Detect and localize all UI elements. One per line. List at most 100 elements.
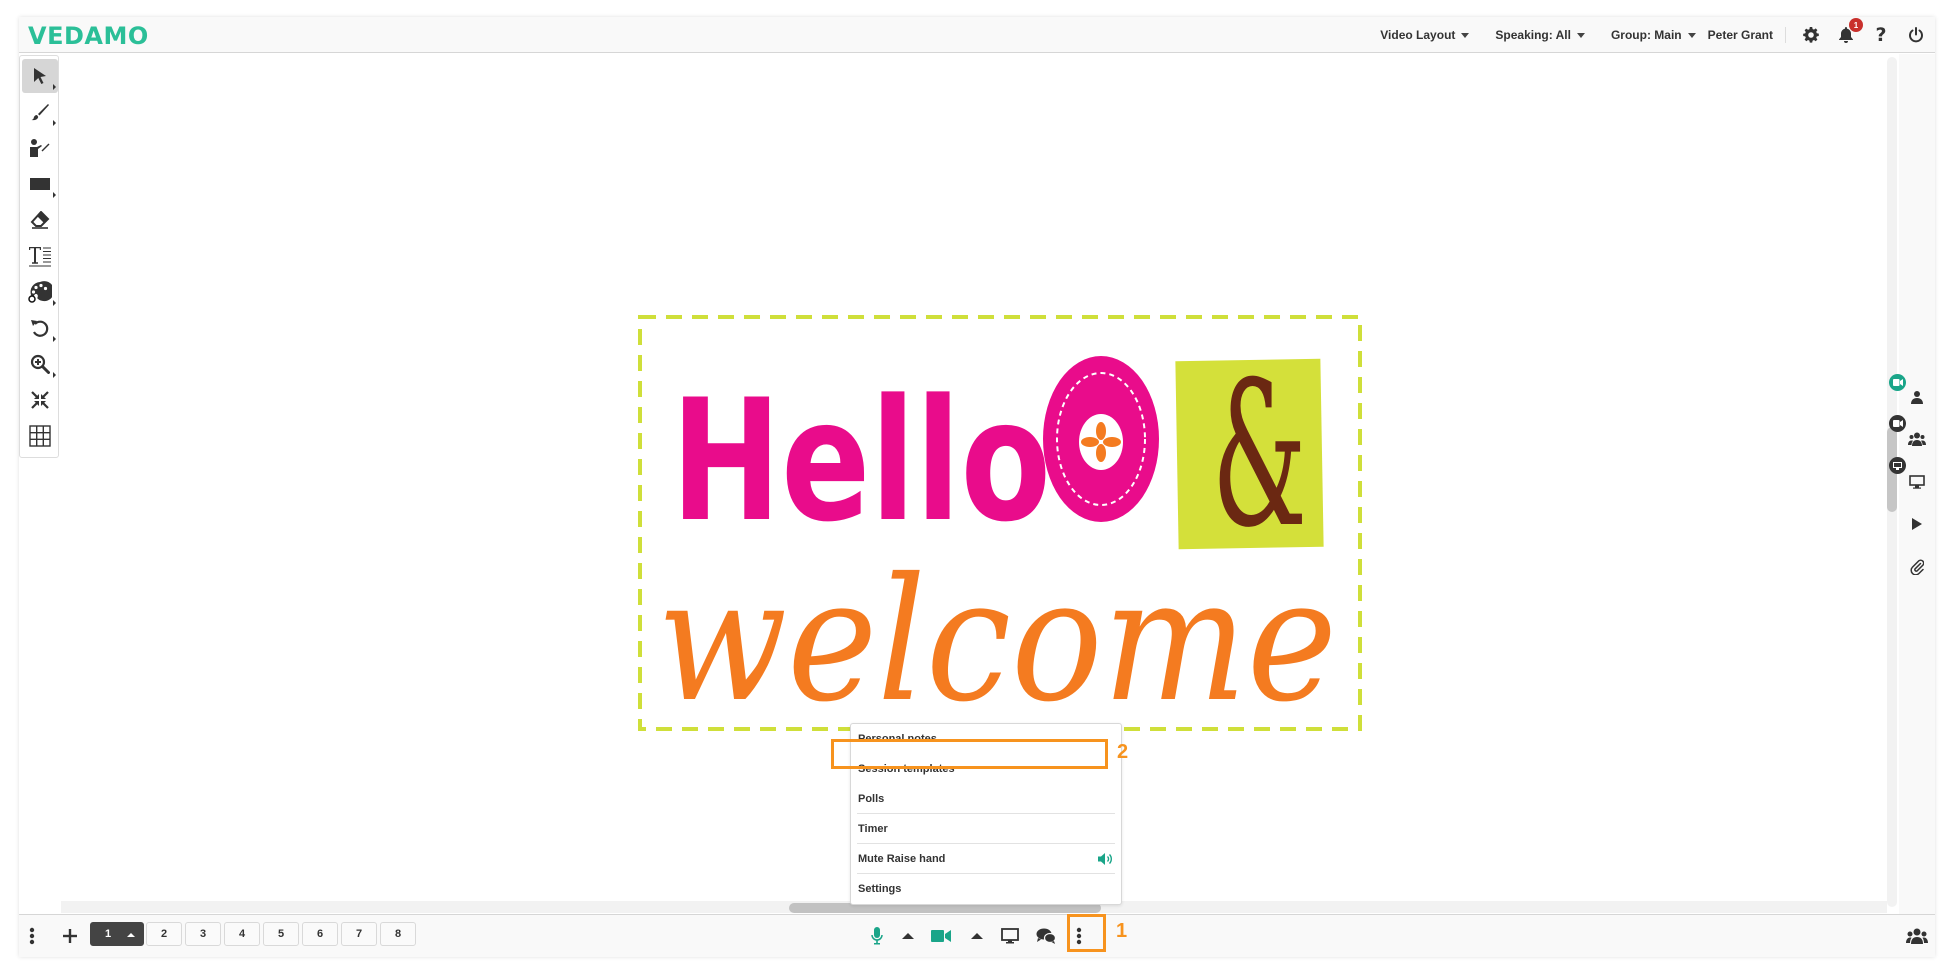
shape-tool[interactable] — [22, 167, 58, 201]
caret-down-icon — [1461, 32, 1470, 38]
menu-item-mute-raise-hand[interactable]: Mute Raise hand — [857, 844, 1115, 874]
submenu-indicator — [53, 192, 56, 198]
fit-tool[interactable] — [22, 383, 58, 417]
play-icon[interactable] — [1902, 509, 1932, 539]
presenter-tool[interactable] — [22, 131, 58, 165]
caret-down-icon — [1576, 32, 1585, 38]
mic-options-caret[interactable] — [901, 930, 915, 942]
eraser-tool[interactable] — [22, 203, 58, 237]
grid-tool[interactable] — [22, 419, 58, 453]
palette-icon — [28, 281, 52, 303]
zoom-tool[interactable] — [22, 347, 58, 381]
submenu-indicator — [53, 372, 56, 378]
undo-tool[interactable] — [22, 311, 58, 345]
caret-up-icon — [127, 933, 135, 937]
compress-icon — [31, 391, 49, 409]
camera-options-caret[interactable] — [970, 930, 984, 942]
page-tab-label: 7 — [355, 928, 363, 940]
speaking-label: Speaking: All — [1495, 28, 1571, 42]
text-tool[interactable] — [22, 239, 58, 273]
bottom-bar: 1 2 3 4 5 6 7 8 — [19, 914, 1935, 957]
app-window: VEDAMO Video Layout Speaking: All Group:… — [19, 17, 1935, 957]
page-tab-label: 2 — [160, 928, 168, 940]
camera-icon[interactable] — [929, 925, 953, 947]
screen-share-icon[interactable] — [1902, 467, 1932, 497]
caret-down-icon — [1687, 32, 1696, 38]
video-layout-label: Video Layout — [1380, 28, 1456, 42]
page-tab-7[interactable]: 7 — [341, 922, 377, 946]
page-tab-label: 6 — [316, 928, 324, 940]
zoom-in-icon — [30, 354, 50, 374]
page-tab-5[interactable]: 5 — [263, 922, 299, 946]
brush-tool[interactable] — [22, 95, 58, 129]
attachment-icon[interactable] — [1902, 552, 1932, 582]
menu-item-polls[interactable]: Polls — [857, 784, 1115, 814]
bell-icon[interactable]: 1 — [1835, 18, 1863, 46]
page-tab-4[interactable]: 4 — [224, 922, 260, 946]
speaking-dropdown[interactable]: Speaking: All — [1495, 28, 1585, 42]
participants-icon[interactable] — [1905, 925, 1929, 947]
page-tab-label: 3 — [199, 928, 207, 940]
page-tab-label: 8 — [394, 928, 402, 940]
menu-item-label: Settings — [858, 883, 902, 895]
step-2-label: 2 — [1117, 741, 1129, 763]
microphone-icon[interactable] — [867, 925, 887, 947]
welcome-text: welcome — [657, 542, 1337, 732]
caret-up-icon — [971, 933, 983, 939]
menu-item-label: Session templates — [858, 763, 955, 775]
rectangle-icon — [30, 178, 50, 190]
color-tool[interactable] — [22, 275, 58, 309]
group-dropdown[interactable]: Group: Main — [1611, 28, 1696, 42]
step-1-label: 1 — [1116, 920, 1128, 942]
video-layout-dropdown[interactable]: Video Layout — [1380, 28, 1470, 42]
drawing-toolbar — [19, 55, 59, 458]
more-options-menu: Personal notes Session templates Polls T… — [850, 723, 1122, 905]
user-name[interactable]: Peter Grant — [1708, 28, 1773, 42]
hello-text: Hello — [671, 363, 1051, 559]
page-tab-2[interactable]: 2 — [146, 922, 182, 946]
submenu-indicator — [53, 84, 56, 90]
menu-item-session-templates[interactable]: Session templates — [857, 754, 1115, 784]
header-divider — [1785, 27, 1786, 43]
undo-icon — [31, 320, 49, 337]
page-tab-label: 4 — [238, 928, 246, 940]
menu-item-label: Polls — [858, 792, 885, 805]
header-right: Video Layout Speaking: All Group: Main P… — [1380, 17, 1935, 53]
page-tab-3[interactable]: 3 — [185, 922, 221, 946]
page-tab-1[interactable]: 1 — [90, 922, 144, 946]
page-tab-label: 5 — [277, 928, 285, 940]
user-video-icon[interactable] — [1902, 382, 1932, 412]
menu-item-personal-notes[interactable]: Personal notes — [857, 724, 1115, 754]
menu-item-label: Mute Raise hand — [858, 852, 946, 865]
vedamo-logo[interactable]: VEDAMO — [28, 22, 149, 50]
page-tab-8[interactable]: 8 — [380, 922, 416, 946]
cursor-arrow-icon — [34, 68, 46, 84]
menu-item-settings[interactable]: Settings — [857, 874, 1115, 904]
text-icon — [29, 247, 51, 267]
page-tab-label: 1 — [105, 928, 112, 940]
ampersand-text: & — [1212, 339, 1307, 572]
menu-item-timer[interactable]: Timer — [857, 814, 1115, 844]
hello-welcome-image[interactable]: Hello & welcome — [637, 314, 1363, 732]
header: VEDAMO Video Layout Speaking: All Group:… — [19, 17, 1935, 53]
select-tool[interactable] — [22, 59, 58, 93]
chat-icon[interactable] — [1034, 925, 1058, 947]
page-options-icon[interactable] — [25, 925, 39, 947]
screen-share-button[interactable] — [999, 925, 1021, 947]
submenu-indicator — [53, 120, 56, 126]
group-label: Group: Main — [1610, 28, 1682, 42]
presenter-icon — [30, 139, 50, 157]
caret-up-icon — [902, 933, 914, 939]
page-tab-6[interactable]: 6 — [302, 922, 338, 946]
gear-icon[interactable] — [1800, 24, 1822, 46]
grid-icon — [29, 425, 51, 447]
menu-item-label: Personal notes — [858, 733, 937, 745]
group-video-icon[interactable] — [1902, 424, 1932, 454]
submenu-indicator — [53, 336, 56, 342]
submenu-indicator — [53, 300, 56, 306]
add-page-button[interactable] — [59, 925, 81, 947]
help-icon[interactable]: ? — [1870, 24, 1892, 46]
more-options-button[interactable] — [1069, 922, 1089, 950]
power-icon[interactable] — [1905, 24, 1927, 46]
eraser-icon — [30, 211, 50, 229]
